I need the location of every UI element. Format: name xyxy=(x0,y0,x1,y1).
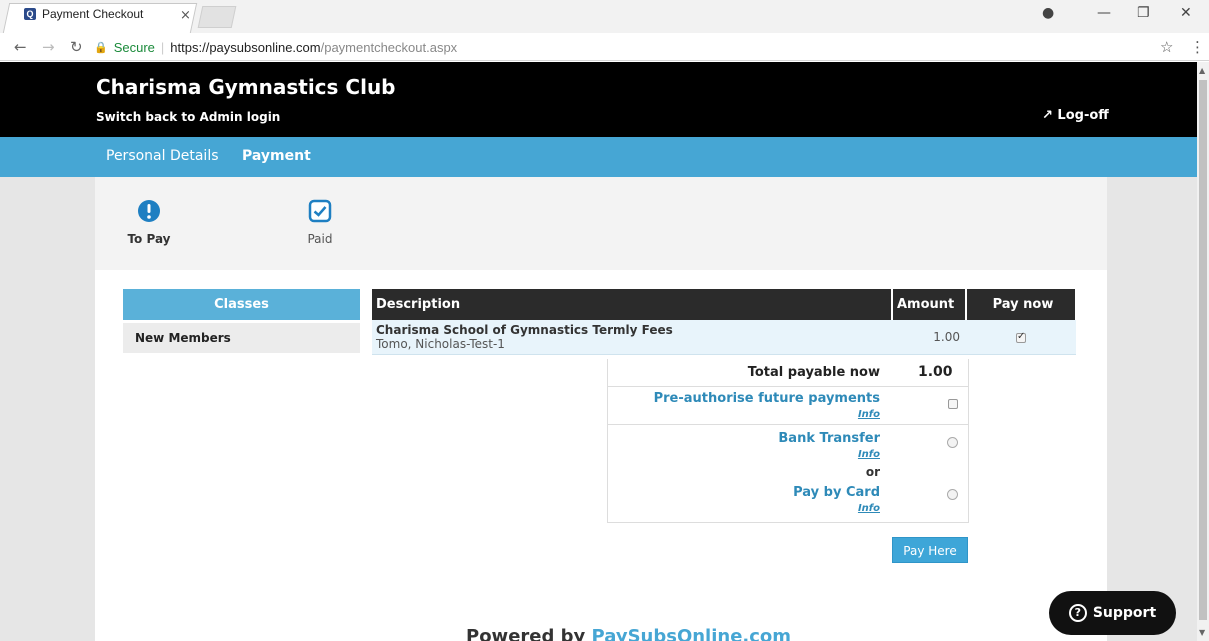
left-gutter xyxy=(0,270,95,641)
url-separator: | xyxy=(160,39,165,55)
support-label: Support xyxy=(1092,605,1157,621)
steps-panel: To Pay Paid xyxy=(95,177,1107,270)
right-gutter xyxy=(1107,270,1197,641)
table-row: Charisma School of Gymnastics Termly Fee… xyxy=(372,320,1076,355)
scroll-thumb[interactable] xyxy=(1199,80,1207,620)
logoff-icon: ↗ xyxy=(1042,108,1058,123)
step-to-pay-label: To Pay xyxy=(127,232,171,246)
question-icon: ? xyxy=(1068,604,1087,622)
powered-prefix: Powered by xyxy=(466,626,592,641)
powered-brand-link[interactable]: PaySubsOnline.com xyxy=(592,626,792,641)
url-host: https://paysubsonline.com xyxy=(170,39,321,55)
url-path: /paymentcheckout.aspx xyxy=(320,39,458,55)
powered-by: Powered by PaySubsOnline.com xyxy=(466,626,791,641)
scroll-up-icon[interactable]: ▲ xyxy=(1199,66,1205,75)
payment-method-row: Bank Transfer Info or Pay by Card Info xyxy=(608,425,968,523)
back-icon[interactable]: ← xyxy=(14,38,27,56)
fee-title: Charisma School of Gymnastics Termly Fee… xyxy=(376,323,673,337)
scroll-down-icon[interactable]: ▼ xyxy=(1199,628,1205,637)
bank-transfer-label: Bank Transfer xyxy=(778,431,880,446)
preauth-checkbox[interactable] xyxy=(948,399,958,409)
tab-close-icon[interactable]: × xyxy=(180,8,191,23)
new-tab-button[interactable] xyxy=(197,6,237,28)
pay-by-card-radio[interactable] xyxy=(947,489,958,500)
favicon-icon: Q xyxy=(24,8,36,20)
checkbox-check-icon xyxy=(308,199,332,223)
browser-menu-icon[interactable]: ⋮ xyxy=(1190,38,1205,56)
col-description: Description xyxy=(372,289,893,320)
switch-admin-link[interactable]: Switch back to Admin login xyxy=(96,110,280,124)
col-pay-now: Pay now xyxy=(966,289,1077,320)
logoff-label: Log-off xyxy=(1057,108,1109,123)
nav-payment[interactable]: Payment xyxy=(242,148,311,164)
pay-by-card-info-link[interactable]: Info xyxy=(858,503,880,514)
fee-amount: 1.00 xyxy=(892,320,966,355)
pay-by-card-label: Pay by Card xyxy=(793,485,880,500)
preauth-info-link[interactable]: Info xyxy=(858,409,880,420)
bookmark-star-icon[interactable]: ☆ xyxy=(1160,38,1173,56)
nav-bar: Personal Details Payment xyxy=(0,137,1197,177)
preauth-row: Pre-authorise future payments Info xyxy=(608,387,968,425)
nav-personal-details[interactable]: Personal Details xyxy=(106,148,219,164)
fees-table: Description Amount Pay now Charisma Scho… xyxy=(372,289,1077,355)
step-paid-label: Paid xyxy=(307,232,333,246)
fee-description: Charisma School of Gymnastics Termly Fee… xyxy=(372,320,892,355)
bank-transfer-info-link[interactable]: Info xyxy=(858,449,880,460)
browser-tab-content: Q Payment Checkout xyxy=(24,7,143,21)
fee-member: Tomo, Nicholas-Test-1 xyxy=(376,337,505,351)
address-bar: ← → ↻ 🔒 Secure | https://paysubsonline.c… xyxy=(0,33,1209,61)
pay-here-button[interactable]: Pay Here xyxy=(892,537,968,563)
profile-icon[interactable]: ● xyxy=(1042,5,1054,21)
support-button[interactable]: ? Support xyxy=(1049,591,1176,635)
browser-tab-bar: Q Payment Checkout × ● — ❐ ✕ xyxy=(0,0,1209,33)
pay-now-checkbox[interactable] xyxy=(1016,331,1026,343)
totals-panel: Total payable now 1.00 Pre-authorise fut… xyxy=(607,359,969,523)
classes-heading: Classes xyxy=(123,289,360,320)
class-item-new-members[interactable]: New Members xyxy=(123,323,360,353)
lock-icon: 🔒 xyxy=(94,41,108,54)
or-label: or xyxy=(865,465,880,479)
page-viewport: Charisma Gymnastics Club Switch back to … xyxy=(0,62,1197,641)
bank-transfer-radio[interactable] xyxy=(947,437,958,448)
total-value: 1.00 xyxy=(918,364,953,380)
col-amount: Amount xyxy=(892,289,967,320)
forward-icon[interactable]: → xyxy=(42,38,55,56)
step-paid[interactable]: Paid xyxy=(280,199,360,246)
preauth-label: Pre-authorise future payments xyxy=(653,391,880,406)
secure-label: Secure xyxy=(113,39,155,55)
fees-header-row: Description Amount Pay now xyxy=(372,289,1077,320)
minimize-icon[interactable]: — xyxy=(1097,5,1111,21)
logoff-link[interactable]: ↗ Log-off xyxy=(1042,108,1109,123)
close-window-icon[interactable]: ✕ xyxy=(1180,5,1192,21)
pay-now-cell xyxy=(966,320,1076,355)
restore-icon[interactable]: ❐ xyxy=(1137,5,1150,21)
steps-band: To Pay Paid xyxy=(0,177,1197,270)
step-to-pay[interactable]: To Pay xyxy=(109,199,189,246)
club-name: Charisma Gymnastics Club xyxy=(96,75,396,99)
exclamation-icon xyxy=(138,200,160,222)
total-row: Total payable now 1.00 xyxy=(608,359,968,387)
reload-icon[interactable]: ↻ xyxy=(70,38,83,56)
total-label: Total payable now xyxy=(747,365,880,380)
url-field[interactable]: 🔒 Secure | https://paysubsonline.com/pay… xyxy=(94,36,1154,58)
site-header: Charisma Gymnastics Club Switch back to … xyxy=(0,62,1197,137)
scrollbar[interactable]: ▲ ▼ xyxy=(1197,62,1209,641)
tab-title: Payment Checkout xyxy=(42,7,144,21)
